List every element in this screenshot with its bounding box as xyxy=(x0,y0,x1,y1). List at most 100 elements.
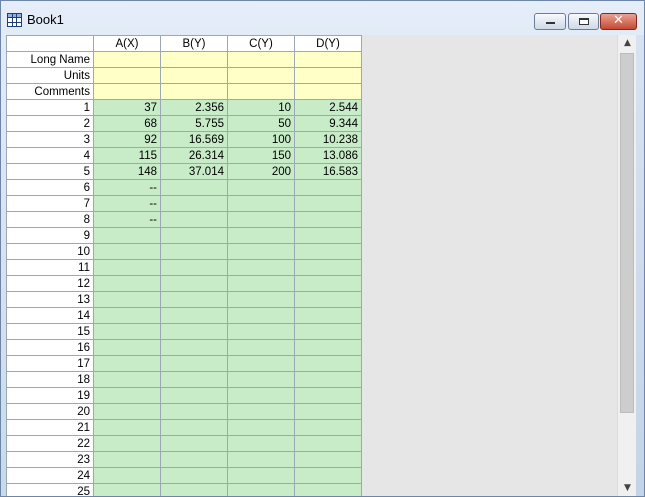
data-cell-c[interactable] xyxy=(227,291,295,308)
data-cell-d[interactable] xyxy=(294,403,362,420)
row-number[interactable]: 14 xyxy=(6,307,94,324)
data-cell-c[interactable] xyxy=(227,483,295,496)
data-cell-c[interactable] xyxy=(227,275,295,292)
data-cell-b[interactable] xyxy=(160,243,228,260)
data-cell-c[interactable]: 200 xyxy=(227,163,295,180)
data-cell-a[interactable] xyxy=(93,483,161,496)
data-cell-d[interactable]: 9.344 xyxy=(294,115,362,132)
data-cell-c[interactable] xyxy=(227,371,295,388)
data-cell-b[interactable] xyxy=(160,259,228,276)
data-cell-d[interactable] xyxy=(294,243,362,260)
row-number[interactable]: 4 xyxy=(6,147,94,164)
data-cell-c[interactable]: 10 xyxy=(227,99,295,116)
chevron-up-icon[interactable]: ▲ xyxy=(618,35,637,51)
row-number[interactable]: 3 xyxy=(6,131,94,148)
data-cell-a[interactable]: 115 xyxy=(93,147,161,164)
data-cell-c[interactable] xyxy=(227,387,295,404)
row-number[interactable]: 25 xyxy=(6,483,94,496)
restore-button[interactable] xyxy=(568,13,599,30)
row-number[interactable]: 16 xyxy=(6,339,94,356)
data-cell-d[interactable] xyxy=(294,227,362,244)
data-cell-a[interactable] xyxy=(93,435,161,452)
data-cell-d[interactable] xyxy=(294,355,362,372)
scrollbar-thumb[interactable] xyxy=(620,53,634,413)
meta-cell[interactable] xyxy=(93,67,161,84)
meta-row-label[interactable]: Long Name xyxy=(6,51,94,68)
data-cell-d[interactable] xyxy=(294,323,362,340)
data-cell-c[interactable]: 100 xyxy=(227,131,295,148)
data-cell-c[interactable] xyxy=(227,323,295,340)
worksheet-area[interactable]: A(X) B(Y) C(Y) D(Y) Long Name Units Commen… xyxy=(6,35,617,496)
data-cell-d[interactable]: 16.583 xyxy=(294,163,362,180)
data-cell-b[interactable] xyxy=(160,483,228,496)
data-cell-d[interactable] xyxy=(294,467,362,484)
chevron-down-icon[interactable]: ▼ xyxy=(618,480,637,496)
row-number[interactable]: 12 xyxy=(6,275,94,292)
data-cell-d[interactable] xyxy=(294,371,362,388)
data-cell-a[interactable] xyxy=(93,243,161,260)
row-number[interactable]: 10 xyxy=(6,243,94,260)
column-header-c[interactable]: C(Y) xyxy=(227,35,295,52)
row-number[interactable]: 15 xyxy=(6,323,94,340)
column-header-a[interactable]: A(X) xyxy=(93,35,161,52)
data-cell-d[interactable] xyxy=(294,195,362,212)
data-cell-a[interactable] xyxy=(93,323,161,340)
data-cell-d[interactable]: 13.086 xyxy=(294,147,362,164)
data-cell-a[interactable]: -- xyxy=(93,195,161,212)
meta-cell[interactable] xyxy=(93,51,161,68)
row-number[interactable]: 5 xyxy=(6,163,94,180)
row-number[interactable]: 19 xyxy=(6,387,94,404)
data-cell-b[interactable] xyxy=(160,307,228,324)
data-cell-a[interactable]: 92 xyxy=(93,131,161,148)
meta-cell[interactable] xyxy=(160,67,228,84)
data-cell-a[interactable] xyxy=(93,419,161,436)
data-cell-a[interactable]: -- xyxy=(93,179,161,196)
data-cell-c[interactable] xyxy=(227,419,295,436)
data-cell-a[interactable] xyxy=(93,291,161,308)
data-cell-c[interactable]: 50 xyxy=(227,115,295,132)
row-number[interactable]: 13 xyxy=(6,291,94,308)
data-cell-d[interactable] xyxy=(294,275,362,292)
data-cell-b[interactable] xyxy=(160,467,228,484)
meta-cell[interactable] xyxy=(294,67,362,84)
data-cell-d[interactable] xyxy=(294,259,362,276)
data-cell-d[interactable] xyxy=(294,419,362,436)
row-number[interactable]: 18 xyxy=(6,371,94,388)
meta-row-label[interactable]: Comments xyxy=(6,83,94,100)
meta-cell[interactable] xyxy=(227,67,295,84)
data-cell-a[interactable]: -- xyxy=(93,211,161,228)
data-cell-c[interactable] xyxy=(227,451,295,468)
data-cell-a[interactable] xyxy=(93,403,161,420)
data-cell-b[interactable] xyxy=(160,419,228,436)
data-cell-b[interactable] xyxy=(160,227,228,244)
data-cell-b[interactable] xyxy=(160,195,228,212)
minimize-button[interactable] xyxy=(534,13,566,30)
row-number[interactable]: 6 xyxy=(6,179,94,196)
data-cell-b[interactable] xyxy=(160,291,228,308)
row-number[interactable]: 21 xyxy=(6,419,94,436)
data-cell-c[interactable] xyxy=(227,435,295,452)
row-number[interactable]: 2 xyxy=(6,115,94,132)
data-cell-a[interactable]: 37 xyxy=(93,99,161,116)
column-header-b[interactable]: B(Y) xyxy=(160,35,228,52)
data-cell-a[interactable] xyxy=(93,371,161,388)
data-cell-b[interactable] xyxy=(160,451,228,468)
data-cell-c[interactable]: 150 xyxy=(227,147,295,164)
data-cell-d[interactable] xyxy=(294,307,362,324)
row-number[interactable]: 8 xyxy=(6,211,94,228)
data-cell-b[interactable]: 2.356 xyxy=(160,99,228,116)
data-cell-a[interactable] xyxy=(93,467,161,484)
data-cell-b[interactable]: 5.755 xyxy=(160,115,228,132)
data-cell-c[interactable] xyxy=(227,227,295,244)
data-cell-b[interactable] xyxy=(160,179,228,196)
data-cell-b[interactable] xyxy=(160,323,228,340)
data-cell-a[interactable] xyxy=(93,259,161,276)
data-cell-c[interactable] xyxy=(227,307,295,324)
data-cell-d[interactable] xyxy=(294,339,362,356)
data-cell-c[interactable] xyxy=(227,195,295,212)
row-number[interactable]: 22 xyxy=(6,435,94,452)
meta-cell[interactable] xyxy=(160,51,228,68)
data-cell-b[interactable] xyxy=(160,371,228,388)
data-cell-a[interactable] xyxy=(93,387,161,404)
data-cell-a[interactable] xyxy=(93,307,161,324)
